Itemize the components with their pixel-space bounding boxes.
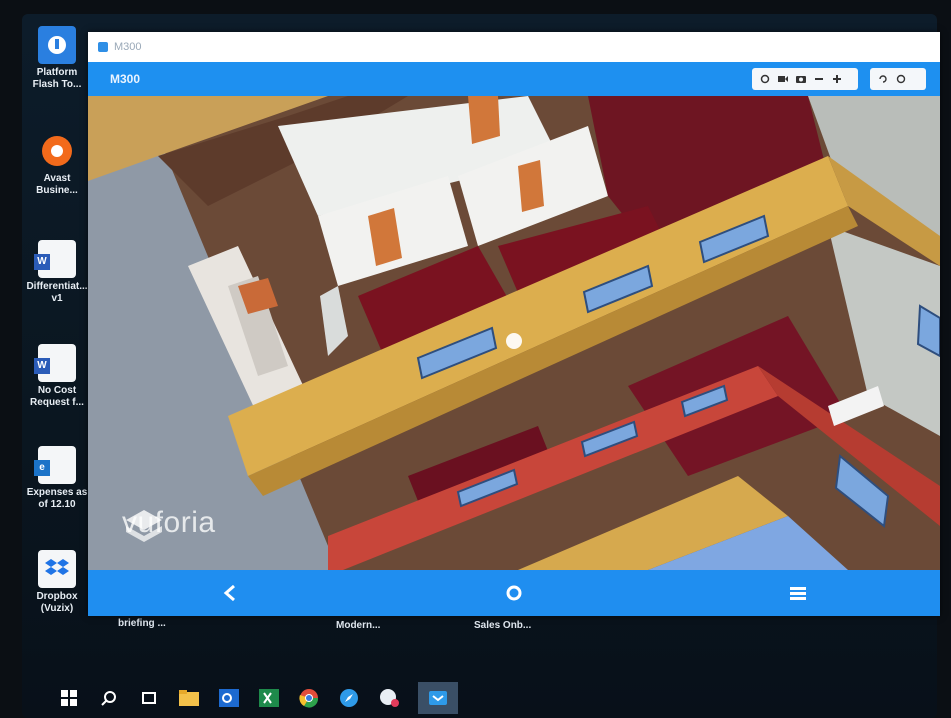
desktop-label-modern[interactable]: Modern... [336, 620, 380, 631]
start-icon[interactable] [58, 687, 80, 709]
desktop-icon-label: No Cost Request f... [30, 385, 84, 408]
minus-icon[interactable] [814, 74, 824, 84]
desktop-label-sales-onb[interactable]: Sales Onb... [474, 620, 531, 631]
desktop-icon-label: Avast Busine... [36, 173, 78, 196]
camera-icon[interactable] [796, 74, 806, 84]
desktop-icon-dropbox[interactable]: Dropbox (Vuzix) [22, 550, 92, 615]
desktop-icon-platform-flash[interactable]: Platform Flash To... [22, 26, 92, 91]
desktop-icon-label: Platform Flash To... [32, 67, 82, 90]
window-titlebar[interactable]: M300 [88, 32, 940, 62]
app-title: M300 [110, 72, 141, 86]
chrome-icon[interactable] [298, 687, 320, 709]
word-document-icon: W [34, 344, 76, 382]
platform-flash-tool-icon [38, 26, 76, 64]
desktop-label-briefing[interactable]: briefing ... [118, 618, 166, 629]
vysor-icon[interactable] [418, 682, 458, 714]
desktop-icon-no-cost-request[interactable]: W No Cost Request f... [22, 344, 92, 409]
ar-3d-viewport[interactable]: vuforia [88, 96, 940, 570]
app-header: M300 [88, 62, 940, 96]
view-toolbar [752, 68, 858, 90]
desktop-icon-differentiat[interactable]: W Differentiat... v1 [22, 240, 92, 305]
windows-taskbar [40, 680, 938, 716]
vuforia-watermark: vuforia [122, 506, 216, 542]
device-navigation-bar [88, 570, 940, 616]
pdf-document-icon: e [34, 446, 76, 484]
desktop-icon-label: Dropbox (Vuzix) [36, 591, 78, 614]
building-model-render [88, 96, 940, 570]
file-explorer-icon[interactable] [178, 687, 200, 709]
desktop-icon-label: Expenses as of 12.10 [26, 487, 88, 510]
back-icon[interactable] [210, 573, 250, 613]
desktop-icon-label: Differentiat... v1 [26, 281, 88, 304]
rotate-icon[interactable] [878, 74, 888, 84]
app-icon [98, 42, 108, 52]
window-title: M300 [114, 41, 142, 53]
home-icon[interactable] [494, 573, 534, 613]
outlook-icon[interactable] [218, 687, 240, 709]
capture-toolbar [870, 68, 926, 90]
avast-icon [38, 132, 76, 170]
chat-icon[interactable] [378, 687, 400, 709]
desktop-icon-avast[interactable]: Avast Busine... [22, 132, 92, 197]
menu-icon[interactable] [778, 573, 818, 613]
excel-icon[interactable] [258, 687, 280, 709]
desktop-icon-expenses[interactable]: e Expenses as of 12.10 [22, 446, 92, 511]
search-icon[interactable] [98, 687, 120, 709]
video-icon[interactable] [778, 74, 788, 84]
dropbox-icon [38, 550, 76, 588]
safari-icon[interactable] [338, 687, 360, 709]
vuforia-logo-icon [126, 510, 162, 542]
plus-icon[interactable] [832, 74, 842, 84]
record-icon[interactable] [896, 74, 906, 84]
word-document-icon: W [34, 240, 76, 278]
app-window: M300 M300 vuforia [88, 32, 940, 616]
settings-icon[interactable] [760, 74, 770, 84]
task-view-icon[interactable] [138, 687, 160, 709]
